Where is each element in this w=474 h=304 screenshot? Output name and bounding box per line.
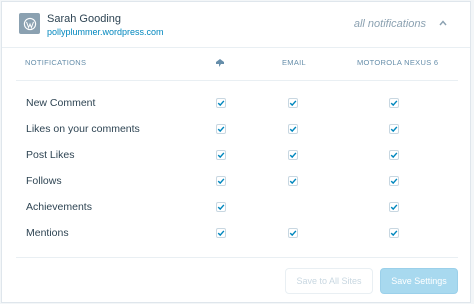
setting-row-label: Achievements (26, 201, 92, 213)
checkbox-timeline[interactable] (216, 124, 226, 134)
notification-filter[interactable]: all notifications (354, 18, 426, 30)
checkmark-icon (217, 126, 225, 133)
notification-bell-icon (216, 59, 224, 67)
checkmark-icon (217, 178, 225, 185)
checkmark-icon (289, 126, 297, 133)
column-header-device: MOTOROLA NEXUS 6 (357, 58, 439, 67)
site-header: Sarah Gooding pollyplummer.wordpress.com… (2, 2, 470, 48)
save-settings-button[interactable]: Save Settings (380, 268, 458, 294)
column-header-email: EMAIL (282, 58, 307, 67)
checkmark-icon (217, 152, 225, 159)
checkbox-timeline[interactable] (216, 98, 226, 108)
checkbox-device[interactable] (389, 124, 399, 134)
checkbox-email[interactable] (288, 150, 298, 160)
checkmark-icon (217, 230, 225, 237)
checkmark-icon (390, 178, 398, 185)
checkmark-icon (390, 152, 398, 159)
checkmark-icon (390, 100, 398, 107)
checkbox-email[interactable] (288, 176, 298, 186)
checkbox-timeline[interactable] (216, 202, 226, 212)
notification-settings-card: Sarah Gooding pollyplummer.wordpress.com… (1, 1, 471, 303)
setting-row-label: New Comment (26, 97, 96, 109)
site-url[interactable]: pollyplummer.wordpress.com (47, 27, 164, 37)
checkmark-icon (289, 230, 297, 237)
checkbox-email[interactable] (288, 98, 298, 108)
setting-row-label: Mentions (26, 227, 69, 239)
header-divider (16, 80, 458, 81)
setting-row-label: Post Likes (26, 149, 75, 161)
checkmark-icon (390, 204, 398, 211)
checkbox-device[interactable] (389, 228, 399, 238)
setting-row-label: Likes on your comments (26, 123, 140, 135)
checkmark-icon (217, 204, 225, 211)
checkbox-timeline[interactable] (216, 150, 226, 160)
checkbox-email[interactable] (288, 124, 298, 134)
checkbox-timeline[interactable] (216, 228, 226, 238)
checkbox-timeline[interactable] (216, 176, 226, 186)
site-icon (19, 13, 40, 34)
checkmark-icon (390, 230, 398, 237)
checkbox-email[interactable] (288, 228, 298, 238)
checkbox-device[interactable] (389, 98, 399, 108)
checkbox-device[interactable] (389, 150, 399, 160)
checkmark-icon (390, 126, 398, 133)
checkbox-device[interactable] (389, 202, 399, 212)
checkmark-icon (289, 178, 297, 185)
checkmark-icon (217, 100, 225, 107)
save-to-all-sites-button[interactable]: Save to All Sites (285, 268, 373, 294)
chevron-up-icon[interactable] (438, 18, 448, 28)
checkbox-device[interactable] (389, 176, 399, 186)
setting-row-label: Follows (26, 175, 62, 187)
checkmark-icon (289, 152, 297, 159)
site-name: Sarah Gooding (47, 13, 121, 25)
checkmark-icon (289, 100, 297, 107)
column-header-notifications: NOTIFICATIONS (25, 58, 87, 67)
footer-divider (16, 257, 458, 258)
